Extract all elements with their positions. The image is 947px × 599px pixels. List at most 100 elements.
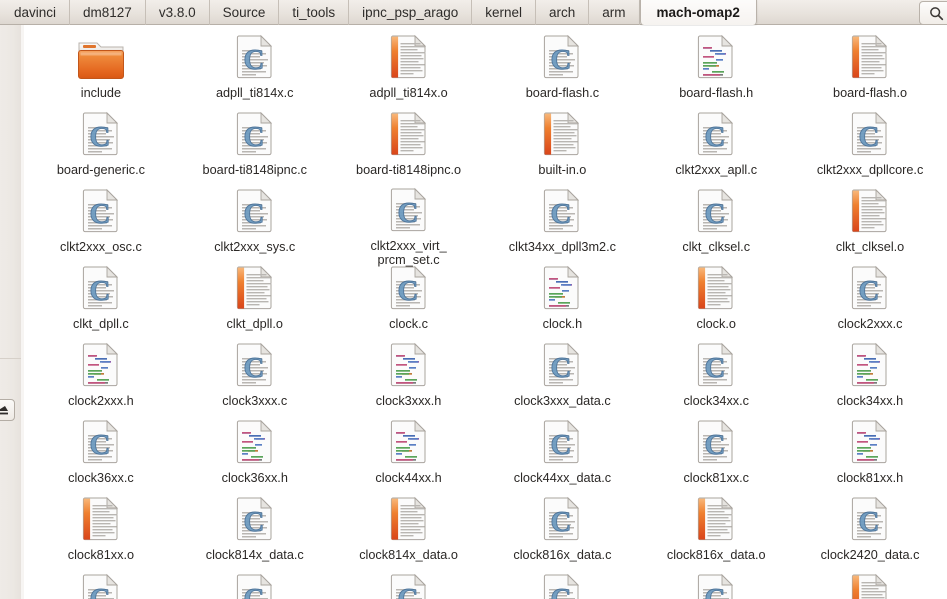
file-item-clock36xx-c[interactable]: C clock36xx.c	[24, 415, 178, 492]
places-sidebar[interactable]	[0, 25, 23, 599]
c-file-icon: C	[233, 495, 277, 544]
h-file-icon	[848, 341, 892, 390]
file-item-clock81xx-o[interactable]: clock81xx.o	[24, 492, 178, 569]
file-item-built-in-o[interactable]: built-in.o	[485, 107, 639, 184]
c-file-icon: C	[540, 418, 584, 467]
file-item-clock816x-data-o[interactable]: clock816x_data.o	[639, 492, 793, 569]
svg-text:C: C	[243, 198, 264, 230]
breadcrumb-item-source[interactable]: Source	[210, 0, 280, 25]
file-item-item[interactable]: C	[332, 569, 486, 599]
svg-text:C: C	[551, 198, 572, 230]
file-item-clock44xx-data-c[interactable]: C clock44xx_data.c	[485, 415, 639, 492]
file-item-board-flash-c[interactable]: C board-flash.c	[485, 30, 639, 107]
breadcrumb-item-v3-8-0[interactable]: v3.8.0	[146, 0, 210, 25]
file-item-clkt2xxx-sys-c[interactable]: C clkt2xxx_sys.c	[178, 184, 332, 261]
svg-text:C: C	[705, 121, 726, 153]
file-item-label: board-ti8148ipnc.o	[356, 163, 462, 177]
file-item-clkt-dpll-c[interactable]: C clkt_dpll.c	[24, 261, 178, 338]
eject-icon	[0, 405, 10, 416]
file-item-clock2420-data-c[interactable]: C clock2420_data.c	[793, 492, 947, 569]
file-item-label: clock34xx.c	[683, 394, 750, 408]
file-item-label: include	[80, 86, 122, 100]
file-item-clkt-clksel-c[interactable]: C clkt_clksel.c	[639, 184, 793, 261]
c-file-icon: C	[694, 418, 738, 467]
file-item-label: clock44xx_data.c	[513, 471, 612, 485]
breadcrumb-item-davinci[interactable]: davinci	[0, 0, 71, 25]
o-file-icon	[79, 495, 123, 544]
file-grid-row: include C adpll_ti814x.c adpll_ti814x.o …	[24, 30, 947, 107]
file-item-clkt2xxx-apll-c[interactable]: C clkt2xxx_apll.c	[639, 107, 793, 184]
file-item-adpll-ti814x-o[interactable]: adpll_ti814x.o	[332, 30, 486, 107]
breadcrumb-item-ipnc-psp-arago[interactable]: ipnc_psp_arago	[349, 0, 473, 25]
file-item-clkt34xx-dpll3m2-c[interactable]: C clkt34xx_dpll3m2.c	[485, 184, 639, 261]
file-item-board-flash-h[interactable]: board-flash.h	[639, 30, 793, 107]
eject-button[interactable]	[0, 399, 15, 421]
file-item-board-ti8148ipnc-o[interactable]: board-ti8148ipnc.o	[332, 107, 486, 184]
c-file-icon: C	[694, 110, 738, 159]
c-file-icon: C	[540, 341, 584, 390]
file-item-board-ti8148ipnc-c[interactable]: C board-ti8148ipnc.c	[178, 107, 332, 184]
file-manager-window: davinci dm8127 v3.8.0 Source ti_tools ipnc_ps…	[0, 0, 947, 599]
file-item-clock36xx-h[interactable]: clock36xx.h	[178, 415, 332, 492]
file-item-item[interactable]: C	[24, 569, 178, 599]
file-item-clock34xx-c[interactable]: C clock34xx.c	[639, 338, 793, 415]
breadcrumb-item-arch[interactable]: arch	[536, 0, 590, 25]
breadcrumb-item-mach-omap2[interactable]: mach-omap2	[639, 0, 757, 25]
o-file-icon	[233, 264, 277, 313]
file-item-clock-h[interactable]: clock.h	[485, 261, 639, 338]
file-item-item[interactable]: C	[485, 569, 639, 599]
file-item-clock3xxx-c[interactable]: C clock3xxx.c	[178, 338, 332, 415]
file-item-board-generic-c[interactable]: C board-generic.c	[24, 107, 178, 184]
file-item-label: clkt2xxx_apll.c	[675, 163, 758, 177]
file-item-item[interactable]	[793, 569, 947, 599]
file-item-clock816x-data-c[interactable]: C clock816x_data.c	[485, 492, 639, 569]
o-file-icon	[848, 33, 892, 82]
o-file-icon	[540, 110, 584, 159]
file-item-clock81xx-c[interactable]: C clock81xx.c	[639, 415, 793, 492]
sidebar-divider	[0, 358, 22, 359]
o-file-icon	[387, 495, 431, 544]
file-item-adpll-ti814x-c[interactable]: C adpll_ti814x.c	[178, 30, 332, 107]
file-item-item[interactable]: C	[639, 569, 793, 599]
file-grid-row: clock81xx.o C clock814x_data.c clock814x…	[24, 492, 947, 569]
file-item-clkt2xxx-virt-prcm-set-c[interactable]: C clkt2xxx_virt_ prcm_set.c	[332, 184, 486, 267]
file-item-include[interactable]: include	[24, 30, 178, 107]
file-item-board-flash-o[interactable]: board-flash.o	[793, 30, 947, 107]
file-item-clkt-dpll-o[interactable]: clkt_dpll.o	[178, 261, 332, 338]
file-item-label: board-flash.o	[833, 86, 908, 100]
file-item-clock814x-data-o[interactable]: clock814x_data.o	[332, 492, 486, 569]
search-button[interactable]	[919, 1, 947, 25]
breadcrumb-item-arm[interactable]: arm	[589, 0, 640, 25]
breadcrumb-item-ti-tools[interactable]: ti_tools	[279, 0, 350, 25]
h-file-icon	[848, 418, 892, 467]
file-item-clock3xxx-h[interactable]: clock3xxx.h	[332, 338, 486, 415]
file-item-clkt2xxx-osc-c[interactable]: C clkt2xxx_osc.c	[24, 184, 178, 261]
h-file-icon	[387, 418, 431, 467]
file-item-clock-o[interactable]: clock.o	[639, 261, 793, 338]
c-file-icon: C	[79, 572, 123, 599]
file-item-clock34xx-h[interactable]: clock34xx.h	[793, 338, 947, 415]
file-item-label: clock36xx.c	[68, 471, 134, 485]
o-file-icon	[387, 110, 431, 159]
file-item-label: clock2420_data.c	[820, 548, 920, 562]
svg-text:C: C	[243, 121, 264, 153]
svg-text:C: C	[89, 275, 110, 307]
breadcrumb-item-dm8127[interactable]: dm8127	[70, 0, 146, 25]
svg-text:C: C	[859, 506, 880, 538]
file-item-clock814x-data-c[interactable]: C clock814x_data.c	[178, 492, 332, 569]
file-item-clock81xx-h[interactable]: clock81xx.h	[793, 415, 947, 492]
file-item-item[interactable]: C	[178, 569, 332, 599]
file-item-clkt2xxx-dpllcore-c[interactable]: C clkt2xxx_dpllcore.c	[793, 107, 947, 184]
file-item-clock-c[interactable]: C clock.c	[332, 261, 486, 338]
breadcrumb-item-kernel[interactable]: kernel	[472, 0, 537, 25]
file-item-clock2xxx-h[interactable]: clock2xxx.h	[24, 338, 178, 415]
file-icon-view[interactable]: include C adpll_ti814x.c adpll_ti814x.o …	[24, 26, 947, 599]
file-item-label: clock44xx.h	[375, 471, 442, 485]
file-item-clock2xxx-c[interactable]: C clock2xxx.c	[793, 261, 947, 338]
svg-text:C: C	[89, 198, 110, 230]
file-item-clock44xx-h[interactable]: clock44xx.h	[332, 415, 486, 492]
file-item-clkt-clksel-o[interactable]: clkt_clksel.o	[793, 184, 947, 261]
file-item-clock3xxx-data-c[interactable]: C clock3xxx_data.c	[485, 338, 639, 415]
file-item-label: board-generic.c	[56, 163, 145, 177]
file-item-label: clock3xxx_data.c	[514, 394, 611, 408]
